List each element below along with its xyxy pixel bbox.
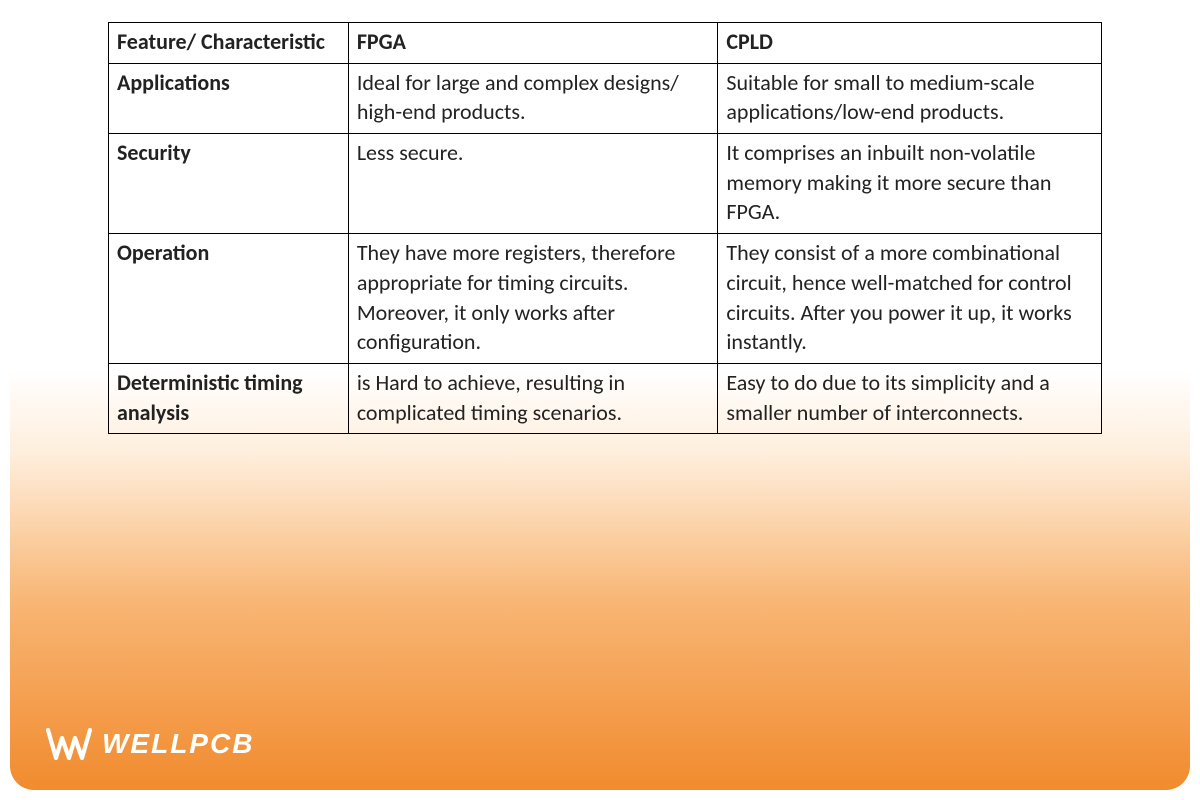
row-feature: Security xyxy=(109,134,349,234)
row-feature: Operation xyxy=(109,234,349,364)
document-card: Feature/ Characteristic FPGA CPLD Applic… xyxy=(10,0,1190,790)
row-fpga: Ideal for large and complex designs/ hig… xyxy=(348,63,718,133)
row-fpga: is Hard to achieve, resulting in complic… xyxy=(348,363,718,433)
table-row: Operation They have more registers, ther… xyxy=(109,234,1102,364)
row-feature: Deterministic timing analysis xyxy=(109,363,349,433)
brand-footer: WELLPCB xyxy=(46,724,254,764)
table-row: Deterministic timing analysis is Hard to… xyxy=(109,363,1102,433)
table-header-row: Feature/ Characteristic FPGA CPLD xyxy=(109,23,1102,64)
wellpcb-logo-icon xyxy=(46,724,92,764)
row-feature: Applications xyxy=(109,63,349,133)
table-row: Security Less secure. It comprises an in… xyxy=(109,134,1102,234)
row-cpld: It comprises an inbuilt non-volatile mem… xyxy=(718,134,1102,234)
header-feature: Feature/ Characteristic xyxy=(109,23,349,64)
header-fpga: FPGA xyxy=(348,23,718,64)
row-cpld: Suitable for small to medium-scale appli… xyxy=(718,63,1102,133)
row-cpld: They consist of a more combinational cir… xyxy=(718,234,1102,364)
row-cpld: Easy to do due to its simplicity and a s… xyxy=(718,363,1102,433)
table-row: Applications Ideal for large and complex… xyxy=(109,63,1102,133)
comparison-table: Feature/ Characteristic FPGA CPLD Applic… xyxy=(108,22,1102,434)
brand-name: WELLPCB xyxy=(102,728,254,760)
header-cpld: CPLD xyxy=(718,23,1102,64)
row-fpga: They have more registers, therefore appr… xyxy=(348,234,718,364)
row-fpga: Less secure. xyxy=(348,134,718,234)
comparison-table-container: Feature/ Characteristic FPGA CPLD Applic… xyxy=(108,22,1102,434)
